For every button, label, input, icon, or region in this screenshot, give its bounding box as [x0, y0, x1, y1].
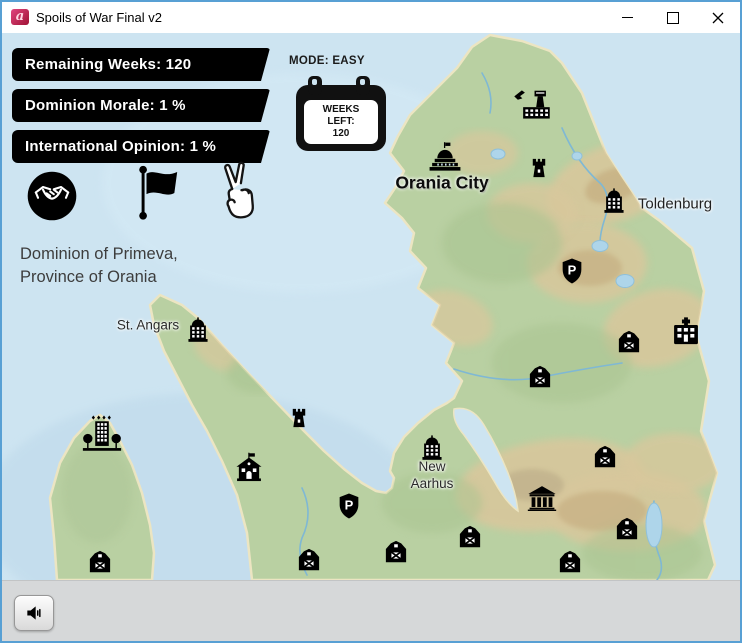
barn-icon[interactable]	[616, 328, 643, 355]
barn-icon[interactable]	[457, 523, 484, 550]
app-icon: a	[11, 9, 29, 25]
barn-icon[interactable]	[592, 443, 619, 470]
hotel-icon[interactable]	[81, 415, 123, 452]
bank-icon[interactable]	[185, 317, 212, 344]
stat-bar: Dominion Morale: 1 %	[12, 89, 270, 122]
police-icon[interactable]	[337, 493, 362, 520]
close-button[interactable]	[695, 2, 740, 33]
calendar-line: 120	[333, 128, 350, 140]
temple-icon[interactable]	[527, 485, 558, 511]
stat-label: Dominion Morale: 1 %	[12, 97, 186, 114]
game-stage: Orania CityToldenburgSt. AngarsNewAarhus…	[2, 33, 740, 580]
calendar-ring-icon	[356, 76, 370, 95]
region-title: Dominion of Primeva, Province of Orania	[20, 243, 178, 289]
barn-icon[interactable]	[296, 546, 323, 573]
castle-icon[interactable]	[288, 407, 311, 430]
police-icon[interactable]	[560, 258, 585, 285]
barn-icon[interactable]	[527, 363, 554, 390]
calendar-line: WEEKS	[323, 104, 360, 116]
stat-bar: Remaining Weeks: 120	[12, 48, 270, 81]
minimize-button[interactable]	[605, 2, 650, 33]
close-icon	[712, 12, 724, 24]
handshake-icon[interactable]	[25, 169, 79, 228]
stats-panel: Remaining Weeks: 120 Dominion Morale: 1 %…	[12, 48, 270, 171]
barn-icon[interactable]	[87, 548, 114, 575]
sound-button[interactable]	[14, 595, 54, 631]
school-icon[interactable]	[234, 452, 265, 483]
bottom-bar	[2, 580, 740, 642]
stat-label: International Opinion: 1 %	[12, 138, 216, 155]
maximize-button[interactable]	[650, 2, 695, 33]
victory-hand-icon[interactable]	[217, 159, 259, 224]
speaker-icon	[24, 603, 44, 623]
titlebar[interactable]: a Spoils of War Final v2	[2, 2, 740, 33]
barn-icon[interactable]	[614, 515, 641, 542]
barn-icon[interactable]	[557, 548, 584, 575]
barn-icon[interactable]	[383, 538, 410, 565]
calendar-line: LEFT:	[327, 116, 354, 128]
bank-icon[interactable]	[419, 435, 446, 462]
mode-label: MODE: EASY	[289, 55, 365, 67]
castle-icon[interactable]	[528, 157, 551, 180]
maximize-icon	[667, 12, 679, 24]
calendar-widget: WEEKS LEFT: 120	[296, 85, 386, 151]
hospital-icon[interactable]	[671, 317, 702, 346]
minimize-icon	[622, 17, 633, 18]
capitol-icon[interactable]	[427, 142, 463, 173]
app-window: a Spoils of War Final v2	[0, 0, 742, 643]
stat-label: Remaining Weeks: 120	[12, 56, 191, 73]
calendar-ring-icon	[308, 76, 322, 95]
airport-icon[interactable]	[513, 88, 551, 121]
bank-icon[interactable]	[601, 188, 628, 215]
flag-icon[interactable]	[134, 163, 184, 228]
window-title: Spoils of War Final v2	[36, 10, 162, 25]
calendar-face: WEEKS LEFT: 120	[304, 100, 378, 144]
